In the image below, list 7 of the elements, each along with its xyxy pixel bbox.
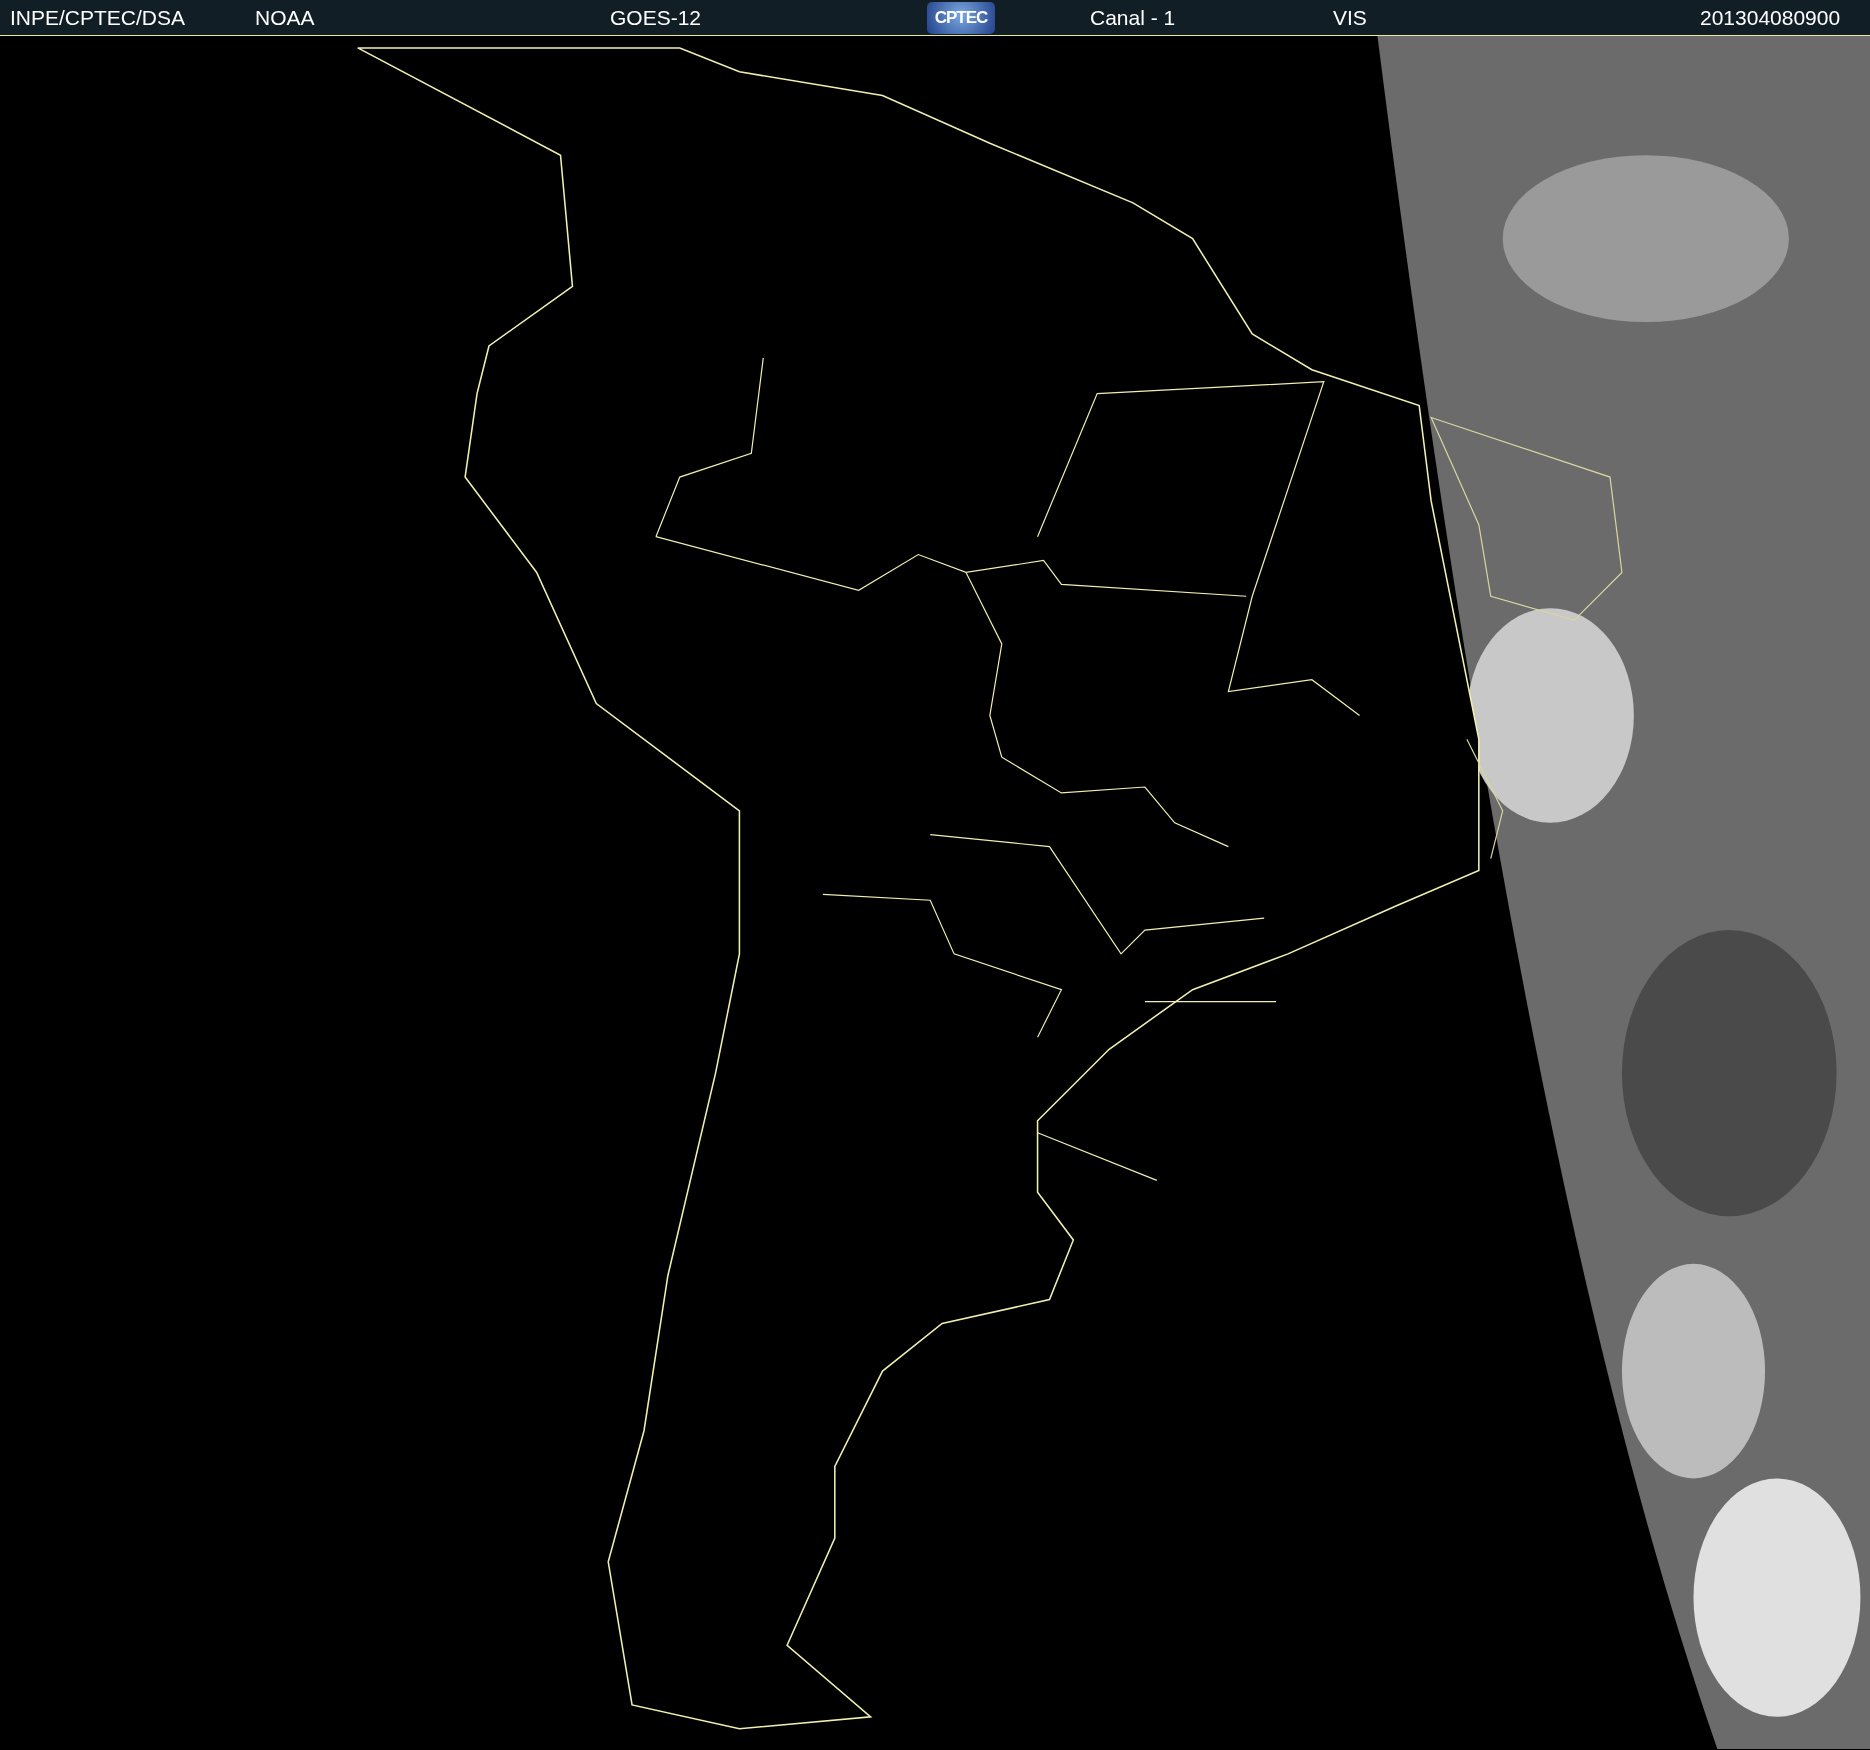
channel-label: Canal - 1: [1089, 5, 1176, 30]
band-label: VIS: [1333, 5, 1367, 30]
satellite-label: GOES-12: [610, 5, 702, 30]
timestamp-label: 201304080900: [1700, 5, 1841, 30]
logo: CPTEC: [927, 1, 995, 34]
source-label: NOAA: [255, 5, 315, 30]
agency-label: INPE/CPTEC/DSA: [10, 5, 186, 30]
